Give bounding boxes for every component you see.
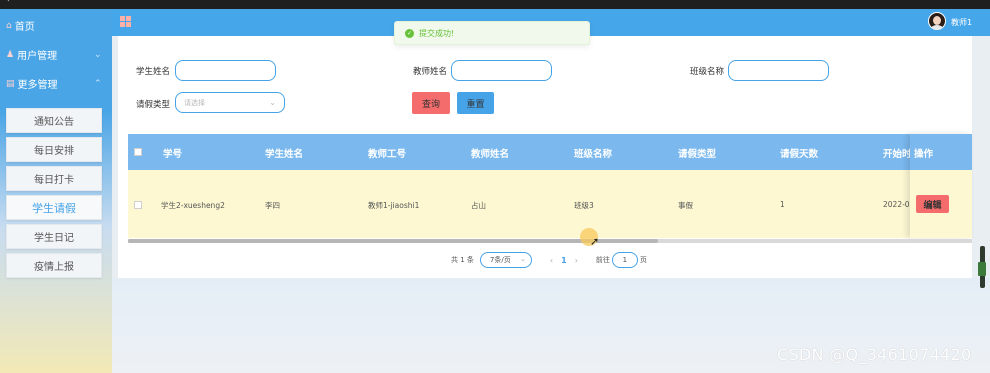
sidebar-item-more-management[interactable]: ▤ 更多管理 ⌃ <box>6 76 102 92</box>
chevron-down-icon: ⌄ <box>520 255 526 263</box>
column-header[interactable]: 请假天数 <box>780 146 818 160</box>
operation-header: 操作 <box>910 134 972 170</box>
home-icon: ⌂ <box>6 20 12 31</box>
class-name-input[interactable] <box>728 60 829 81</box>
column-header[interactable]: 班级名称 <box>574 146 612 160</box>
grid-menu-icon[interactable] <box>120 16 131 27</box>
cell-student-id: 学生2-xuesheng2 <box>161 201 225 210</box>
menu-icon: ▤ <box>6 78 15 89</box>
toast-message: 提交成功! <box>419 28 455 38</box>
success-toast: ✓ 提交成功! <box>394 21 590 45</box>
goto-page-value: 1 <box>622 256 628 264</box>
window-controls-area <box>880 0 990 9</box>
sidebar-item-student-diary[interactable]: 学生日记 <box>6 224 102 249</box>
sidebar-item-label: 用户管理 <box>17 51 58 62</box>
sidebar: ⌂ 首页 ♟ 用户管理 ⌄ ▤ 更多管理 ⌃ 通知公告 每日安排 每日打卡 学生… <box>0 9 112 373</box>
pagination-total: 共 1 条 <box>451 256 474 264</box>
sidebar-item-label: 更多管理 <box>17 80 58 91</box>
prev-page-icon[interactable]: ‹ <box>550 256 553 265</box>
scrollbar-thumb[interactable] <box>128 239 658 243</box>
column-header[interactable]: 学号 <box>163 146 182 160</box>
sidebar-item-home[interactable]: ⌂ 首页 <box>6 18 35 34</box>
column-header[interactable]: 学生姓名 <box>265 146 303 160</box>
reset-button[interactable]: 重置 <box>457 92 494 114</box>
column-header: 操作 <box>914 149 934 160</box>
column-header[interactable]: 开始时 <box>883 146 912 160</box>
column-header[interactable]: 请假类型 <box>678 146 716 160</box>
chevron-down-icon: ⌄ <box>269 98 276 107</box>
cell-class-name: 班级3 <box>574 201 594 210</box>
operation-column: 操作 编辑 <box>910 134 972 238</box>
goto-page-input[interactable]: 1 <box>611 252 638 268</box>
sidebar-item-daily-schedule[interactable]: 每日安排 <box>6 137 102 162</box>
leave-type-select[interactable]: 请选择 ⌄ <box>175 92 285 113</box>
table-header: 学号 学生姓名 教师工号 教师姓名 班级名称 请假类型 请假天数 开始时 <box>128 134 972 170</box>
pagination: 共 1 条 7条/页 ⌄ ‹ 1 › 前往 1 页 <box>451 252 647 268</box>
check-circle-icon: ✓ <box>405 28 414 38</box>
sidebar-item-student-leave[interactable]: 学生请假 <box>6 195 102 220</box>
sidebar-item-user-management[interactable]: ♟ 用户管理 ⌄ <box>6 47 102 63</box>
row-checkbox[interactable] <box>134 201 142 209</box>
page-size-select[interactable]: 7条/页 ⌄ <box>479 252 532 268</box>
next-page-icon[interactable]: › <box>575 256 578 265</box>
column-header[interactable]: 教师工号 <box>368 146 406 160</box>
leave-type-placeholder: 请选择 <box>184 98 205 107</box>
page-suffix: 页 <box>639 256 647 264</box>
main-content: 学生姓名 教师姓名 班级名称 请假类型 请选择 ⌄ 查询 重置 学号 学生姓名 … <box>118 36 972 278</box>
window-title-bar: ‹ – × <box>0 0 990 9</box>
student-name-input[interactable] <box>175 60 276 81</box>
avatar[interactable] <box>928 12 946 30</box>
current-page[interactable]: 1 <box>561 256 567 265</box>
cell-teacher-id: 教师1-jiaoshi1 <box>368 201 420 210</box>
sidebar-item-epidemic-report[interactable]: 疫情上报 <box>6 253 102 278</box>
cell-leave-days: 1 <box>780 200 785 209</box>
horizontal-scrollbar[interactable] <box>128 239 972 243</box>
operation-cell: 编辑 <box>910 170 972 238</box>
mouse-cursor-icon: ➚ <box>590 235 600 248</box>
leave-type-label: 请假类型 <box>136 100 171 110</box>
chevron-up-icon: ⌃ <box>94 78 102 89</box>
sidebar-item-announcements[interactable]: 通知公告 <box>6 108 102 133</box>
column-header[interactable]: 教师姓名 <box>471 146 509 160</box>
cell-leave-type: 事假 <box>678 201 693 210</box>
student-name-label: 学生姓名 <box>136 67 171 77</box>
edit-button[interactable]: 编辑 <box>916 195 949 213</box>
sidebar-item-label: 首页 <box>14 22 35 33</box>
class-name-label: 班级名称 <box>690 67 725 77</box>
search-button[interactable]: 查询 <box>412 92 450 114</box>
user-icon: ♟ <box>6 49 15 60</box>
back-icon[interactable]: ‹ <box>6 0 10 5</box>
cell-student-name: 李四 <box>265 201 280 210</box>
select-all-checkbox[interactable] <box>134 148 142 156</box>
teacher-name-input[interactable] <box>451 60 552 81</box>
watermark: CSDN @Q_3461074420 <box>777 345 972 364</box>
goto-label: 前往 <box>595 256 610 264</box>
cell-teacher-name: 占山 <box>471 201 486 210</box>
table-row[interactable]: 学生2-xuesheng2 李四 教师1-jiaoshi1 占山 班级3 事假 … <box>128 170 972 238</box>
user-name[interactable]: 教师1 <box>951 17 972 28</box>
chevron-down-icon: ⌄ <box>94 49 102 60</box>
page-size-value: 7条/页 <box>489 256 511 264</box>
sidebar-item-daily-checkin[interactable]: 每日打卡 <box>6 166 102 191</box>
teacher-name-label: 教师姓名 <box>413 67 448 77</box>
scroll-handle-grip[interactable] <box>978 262 986 276</box>
